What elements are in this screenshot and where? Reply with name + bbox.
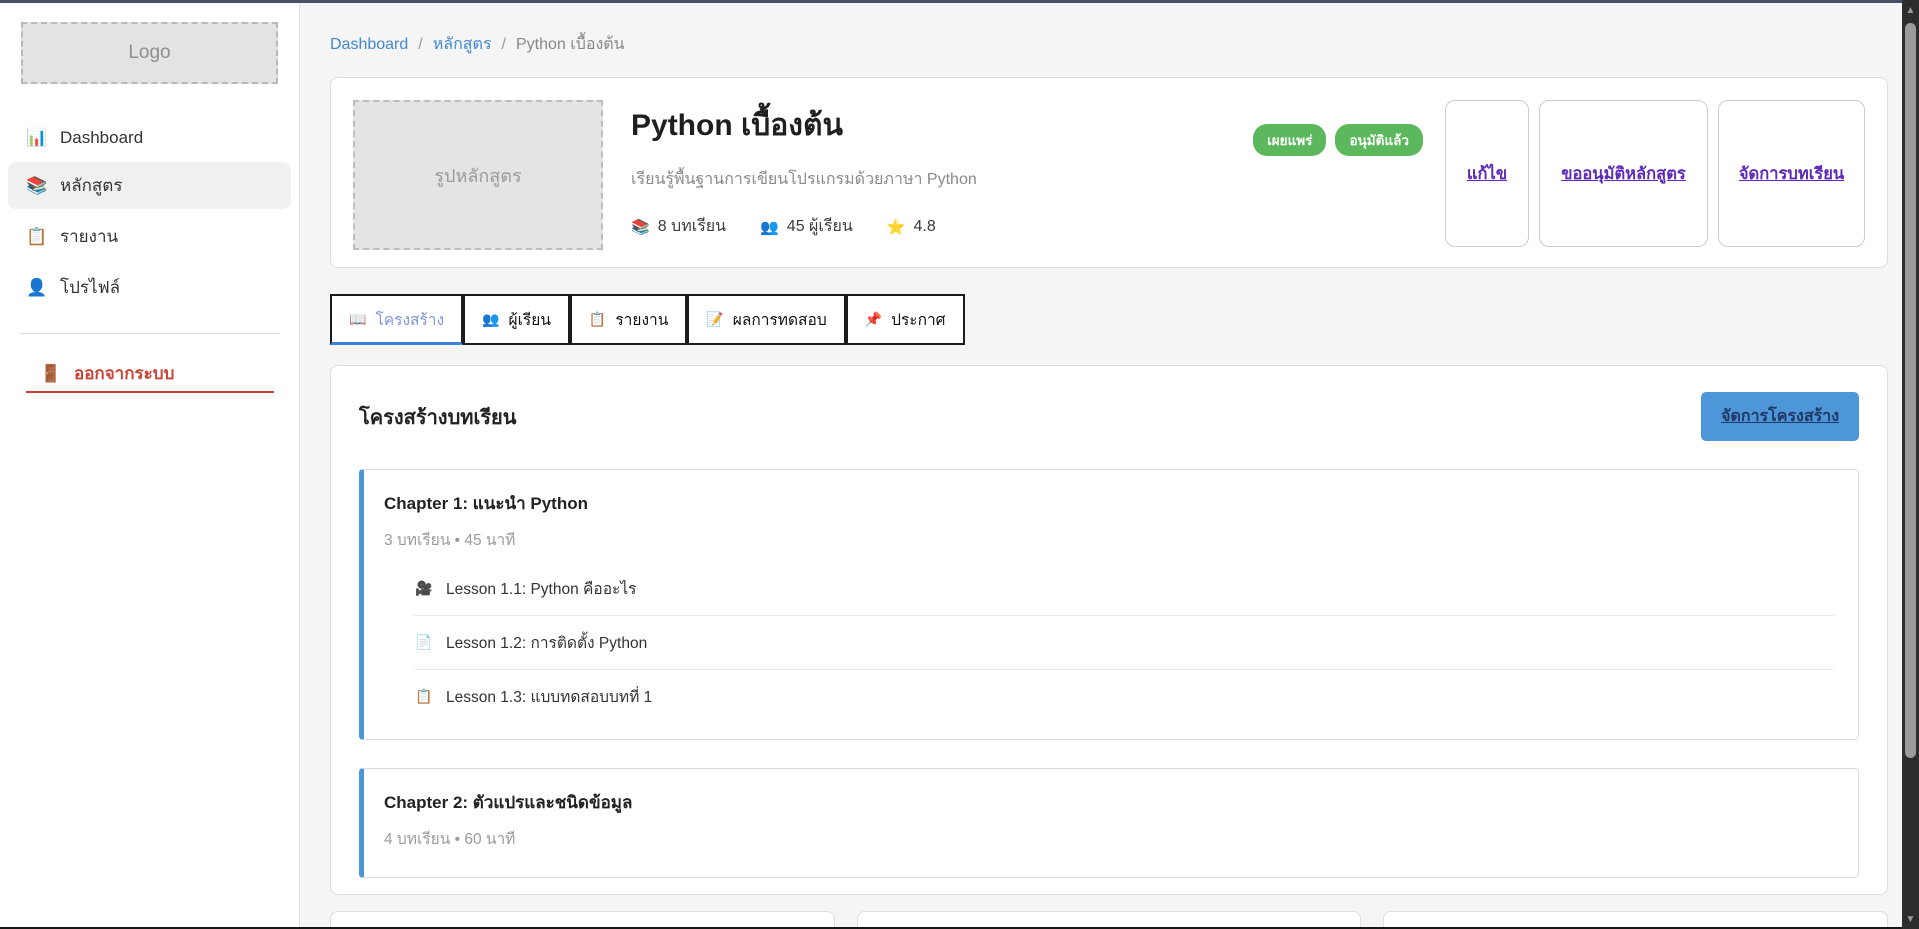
tab-label: ผลการทดสอบ [733,307,827,332]
sidebar-item-reports[interactable]: 📋 รายงาน [8,213,291,260]
person-icon: 👤 [26,278,48,298]
course-info: Python เบื้องต้น เรียนรู้พื้นฐานการเขียน… [603,100,1253,239]
chapter-meta: 3 บทเรียน • 45 นาที [384,527,1834,552]
stat-rating-value: 4.8 [913,218,935,236]
course-header-card: รูปหลักสูตร Python เบื้องต้น เรียนรู้พื้… [330,77,1888,268]
request-approval-link[interactable]: ขออนุมัติหลักสูตร [1561,161,1686,187]
tab-test-results[interactable]: 📝 ผลการทดสอบ [687,294,845,345]
scrollbar[interactable]: ▲ ▼ [1902,0,1919,929]
tab-label: รายงาน [615,307,668,332]
course-actions: แก้ไข ขออนุมัติหลักสูตร จัดการบทเรียน [1445,100,1865,247]
course-image-label: รูปหลักสูตร [434,161,521,190]
chapter-title: Chapter 2: ตัวแปรและชนิดข้อมูล [384,789,1834,816]
chapter-card-2: Chapter 2: ตัวแปรและชนิดข้อมูล 4 บทเรียน… [359,768,1859,878]
request-approval-button[interactable]: ขออนุมัติหลักสูตร [1539,100,1708,247]
chapter-title: Chapter 1: แนะนำ Python [384,490,1834,517]
app-root: Logo 📊 Dashboard 📚 หลักสูตร 📋 รายงาน 👤 โ… [0,0,1919,929]
books-icon: 📚 [631,218,650,236]
tab-label: โครงสร้าง [375,307,444,332]
document-icon: 📄 [414,634,434,651]
lesson-label: Lesson 1.3: แบบทดสอบบทที่ 1 [446,684,652,709]
lesson-list: 🎥 Lesson 1.1: Python คืออะไร 📄 Lesson 1.… [414,562,1834,723]
tab-label: ประกาศ [891,307,945,332]
sidebar-item-dashboard[interactable]: 📊 Dashboard [8,118,291,158]
structure-panel-header: โครงสร้างบทเรียน จัดการโครงสร้าง [359,392,1859,441]
lesson-label: Lesson 1.2: การติดตั้ง Python [446,630,647,655]
tab-structure[interactable]: 📖 โครงสร้าง [330,294,463,345]
manage-structure-button[interactable]: จัดการโครงสร้าง [1701,392,1859,441]
chapter-card-1: Chapter 1: แนะนำ Python 3 บทเรียน • 45 น… [359,469,1859,740]
sidebar-item-label: รายงาน [60,223,118,250]
approved-badge: อนุมัติแล้ว [1335,124,1423,156]
status-badges: เผยแพร่ อนุมัติแล้ว [1253,124,1423,156]
edit-course-link[interactable]: แก้ไข [1467,161,1507,187]
stat-lessons: 📚 8 บทเรียน [631,214,726,239]
sidebar: Logo 📊 Dashboard 📚 หลักสูตร 📋 รายงาน 👤 โ… [0,0,300,929]
pushpin-icon: 📌 [865,311,882,328]
sidebar-item-profile[interactable]: 👤 โปรไฟล์ [8,264,291,311]
lesson-row[interactable]: 🎥 Lesson 1.1: Python คืออะไร [414,562,1834,616]
bar-chart-icon: 📊 [26,128,48,148]
breadcrumb-dashboard-link[interactable]: Dashboard [330,36,408,54]
manage-structure-link[interactable]: จัดการโครงสร้าง [1721,408,1839,425]
sidebar-item-label: Dashboard [60,128,143,148]
lesson-label: Lesson 1.1: Python คืออะไร [446,576,636,601]
video-camera-icon: 🎥 [414,580,434,597]
lesson-row[interactable]: 📋 Lesson 1.3: แบบทดสอบบทที่ 1 [414,670,1834,723]
breadcrumb-separator: / [502,36,506,54]
scrollbar-thumb[interactable] [1905,23,1916,758]
course-tabs: 📖 โครงสร้าง 👥 ผู้เรียน 📋 รายงาน 📝 ผลการท… [330,294,1888,345]
manage-lessons-link[interactable]: จัดการบทเรียน [1739,161,1844,187]
course-description: เรียนรู้พื้นฐานการเขียนโปรแกรมด้วยภาษา P… [631,167,1253,192]
clipboard-icon: 📋 [26,227,48,247]
sidebar-item-label: โปรไฟล์ [60,274,120,301]
breadcrumb-separator: / [418,36,422,54]
logout-link[interactable]: 🚪 ออกจากระบบ [26,352,274,393]
course-title: Python เบื้องต้น [631,102,1253,149]
books-icon: 📚 [26,176,48,196]
breadcrumb: Dashboard / หลักสูตร / Python เบื้องต้น [330,32,1888,57]
sidebar-nav: 📊 Dashboard 📚 หลักสูตร 📋 รายงาน 👤 โปรไฟล… [0,118,299,311]
course-stats: 📚 8 บทเรียน 👥 45 ผู้เรียน ⭐ 4.8 [631,214,1253,239]
sidebar-divider [20,333,279,334]
stat-rating: ⭐ 4.8 [887,218,936,236]
chapter-meta: 4 บทเรียน • 60 นาที [384,826,1834,851]
course-image-placeholder: รูปหลักสูตร [353,100,603,250]
structure-heading: โครงสร้างบทเรียน [359,401,516,433]
logo-label: Logo [128,42,170,64]
stat-students-value: 45 ผู้เรียน [787,214,853,239]
tab-students[interactable]: 👥 ผู้เรียน [463,294,570,345]
clipboard-icon: 📋 [589,311,606,328]
scroll-up-icon[interactable]: ▲ [1906,0,1916,20]
tab-label: ผู้เรียน [509,307,551,332]
stat-students: 👥 45 ผู้เรียน [760,214,853,239]
stat-lessons-value: 8 บทเรียน [658,214,726,239]
logo-placeholder: Logo [21,22,278,84]
manage-lessons-button[interactable]: จัดการบทเรียน [1718,100,1865,247]
tab-reports[interactable]: 📋 รายงาน [570,294,687,345]
sidebar-item-courses[interactable]: 📚 หลักสูตร [8,162,291,209]
logout-label: ออกจากระบบ [74,360,174,387]
scroll-down-icon[interactable]: ▼ [1906,909,1916,929]
tab-announcements[interactable]: 📌 ประกาศ [846,294,965,345]
open-book-icon: 📖 [349,311,366,328]
main-content: Dashboard / หลักสูตร / Python เบื้องต้น … [300,0,1919,929]
star-icon: ⭐ [887,218,906,236]
published-badge: เผยแพร่ [1253,124,1326,156]
door-icon: 🚪 [40,364,62,384]
clipboard-icon: 📋 [414,688,434,705]
lesson-row[interactable]: 📄 Lesson 1.2: การติดตั้ง Python [414,616,1834,670]
memo-icon: 📝 [706,311,723,328]
people-icon: 👥 [760,218,779,236]
structure-panel: โครงสร้างบทเรียน จัดการโครงสร้าง Chapter… [330,365,1888,895]
breadcrumb-current: Python เบื้องต้น [516,32,625,57]
people-icon: 👥 [482,311,499,328]
top-edge-strip [0,0,1919,3]
breadcrumb-courses-link[interactable]: หลักสูตร [433,32,492,57]
sidebar-item-label: หลักสูตร [60,172,122,199]
edit-course-button[interactable]: แก้ไข [1445,100,1529,247]
